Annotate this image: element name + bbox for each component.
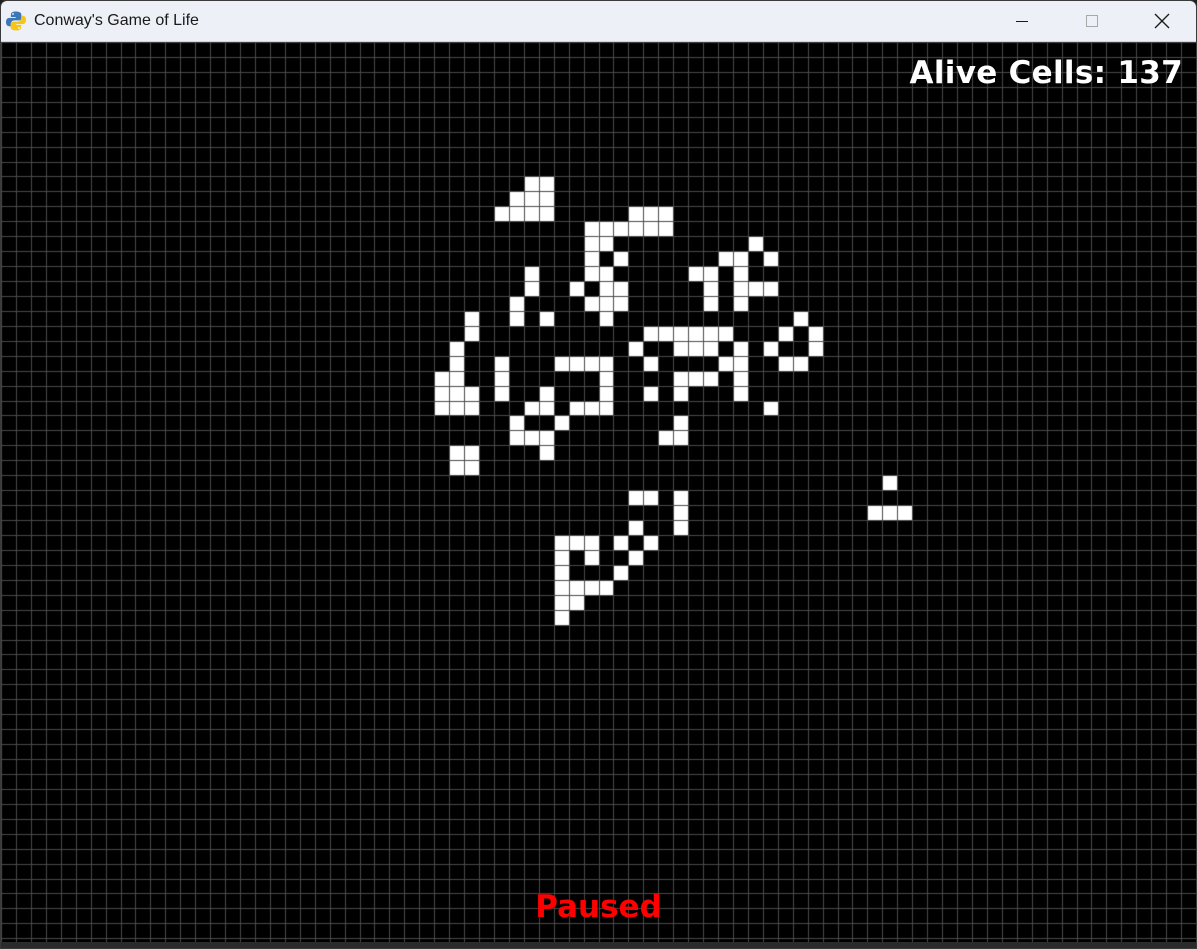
- title-bar[interactable]: Conway's Game of Life: [1, 1, 1196, 42]
- close-icon: [1154, 13, 1170, 29]
- window-title: Conway's Game of Life: [34, 12, 199, 29]
- minimize-icon: [1016, 21, 1028, 22]
- app-window: Conway's Game of Life Alive Cells: 137 P…: [0, 0, 1197, 949]
- close-button[interactable]: [1127, 1, 1196, 41]
- alive-cells-counter: Alive Cells: 137: [909, 55, 1183, 91]
- game-board[interactable]: Alive Cells: 137 Paused: [1, 42, 1196, 942]
- maximize-button[interactable]: [1057, 1, 1127, 41]
- python-pygame-icon: [6, 11, 26, 31]
- maximize-icon: [1086, 15, 1098, 27]
- paused-status: Paused: [535, 889, 662, 925]
- cell-grid[interactable]: [1, 42, 1196, 942]
- window-bottom-edge: [1, 942, 1196, 948]
- minimize-button[interactable]: [987, 1, 1057, 41]
